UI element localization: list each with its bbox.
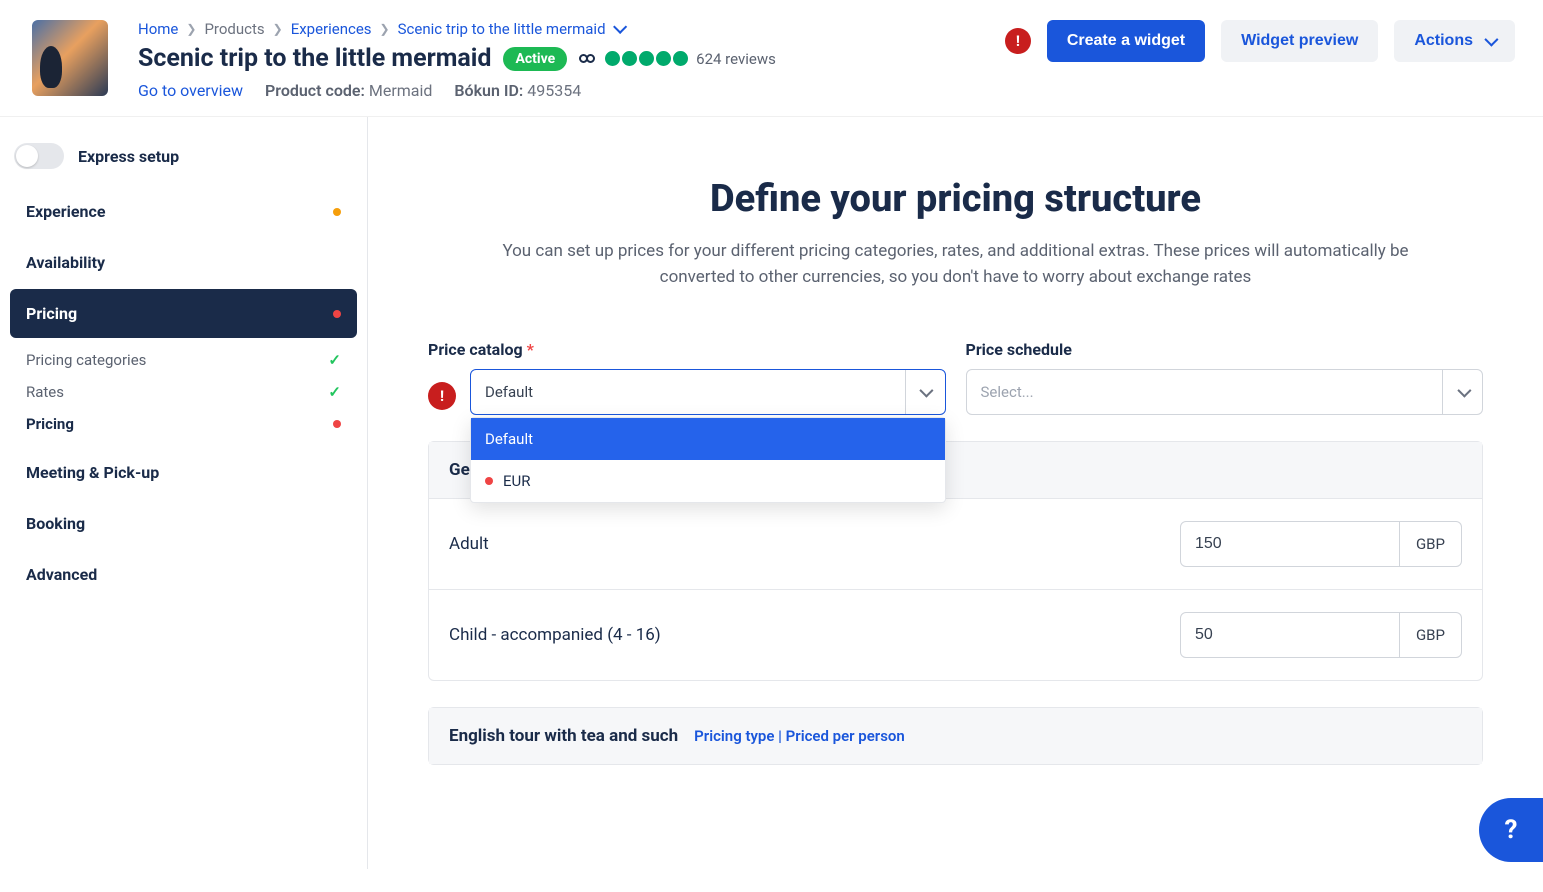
- chevron-down-icon: [613, 20, 627, 34]
- sidebar-item-pricing[interactable]: Pricing: [10, 289, 357, 338]
- chevron-right-icon: ❯: [273, 22, 283, 36]
- status-dot-icon: [333, 208, 341, 216]
- express-setup-label: Express setup: [78, 147, 179, 166]
- select-arrow: [1442, 370, 1482, 414]
- page-header: Home ❯ Products ❯ Experiences ❯ Scenic t…: [0, 0, 1543, 117]
- pricing-subnav: Pricing categories ✓ Rates ✓ Pricing: [10, 340, 357, 448]
- price-schedule-label: Price schedule: [966, 340, 1484, 359]
- sidebar-item-booking[interactable]: Booking: [10, 499, 357, 548]
- breadcrumb-current[interactable]: Scenic trip to the little mermaid: [398, 20, 624, 38]
- chevron-right-icon: ❯: [380, 22, 390, 36]
- question-icon: ?: [1505, 815, 1518, 845]
- status-dot-icon: [485, 477, 493, 485]
- bokun-id-label: Bókun ID:: [454, 81, 523, 100]
- check-icon: ✓: [328, 351, 341, 369]
- price-row-label: Child - accompanied (4 - 16): [449, 625, 661, 645]
- create-widget-button[interactable]: Create a widget: [1047, 20, 1205, 62]
- go-to-overview-link[interactable]: Go to overview: [138, 81, 243, 100]
- price-row: Adult GBP: [429, 498, 1482, 589]
- price-catalog-label: Price catalog *: [428, 340, 946, 359]
- price-schedule-select[interactable]: Select...: [966, 369, 1484, 415]
- chevron-right-icon: ❯: [186, 22, 196, 36]
- header-actions: ! Create a widget Widget preview Actions: [1005, 20, 1515, 62]
- sidebar: Express setup Experience Availability Pr…: [0, 117, 368, 869]
- breadcrumb-home[interactable]: Home: [138, 20, 178, 38]
- pricing-type-link[interactable]: Pricing type | Priced per person: [694, 727, 905, 745]
- sidebar-item-availability[interactable]: Availability: [10, 238, 357, 287]
- sidebar-item-meeting-pickup[interactable]: Meeting & Pick-up: [10, 448, 357, 497]
- dropdown-option-eur[interactable]: EUR: [471, 460, 945, 502]
- main-title: Define your pricing structure: [428, 177, 1483, 221]
- price-input-child[interactable]: [1180, 612, 1400, 658]
- check-icon: ✓: [328, 383, 341, 401]
- subnav-rates[interactable]: Rates ✓: [10, 376, 357, 408]
- page-title: Scenic trip to the little mermaid: [138, 44, 491, 73]
- main-content: Define your pricing structure You can se…: [368, 117, 1543, 869]
- price-catalog-select[interactable]: Default: [470, 369, 946, 415]
- select-arrow: [905, 370, 945, 414]
- widget-preview-button[interactable]: Widget preview: [1221, 20, 1378, 62]
- breadcrumb-experiences[interactable]: Experiences: [291, 20, 372, 38]
- rate-section: English tour with tea and such Pricing t…: [428, 707, 1483, 765]
- subnav-pricing[interactable]: Pricing: [10, 408, 357, 440]
- alert-icon[interactable]: !: [1005, 28, 1031, 54]
- chevron-down-icon: [1484, 33, 1498, 47]
- express-setup-toggle[interactable]: [14, 143, 64, 169]
- price-row: Child - accompanied (4 - 16) GBP: [429, 589, 1482, 680]
- breadcrumb: Home ❯ Products ❯ Experiences ❯ Scenic t…: [138, 20, 1005, 38]
- status-dot-icon: [333, 420, 341, 428]
- currency-label: GBP: [1400, 521, 1462, 567]
- price-catalog-value: Default: [485, 383, 533, 401]
- price-catalog-dropdown: Default EUR: [470, 417, 946, 503]
- product-thumbnail: [32, 20, 108, 96]
- subnav-pricing-categories[interactable]: Pricing categories ✓: [10, 344, 357, 376]
- express-setup-row: Express setup: [10, 137, 357, 187]
- currency-label: GBP: [1400, 612, 1462, 658]
- price-schedule-placeholder: Select...: [981, 383, 1034, 401]
- actions-button[interactable]: Actions: [1394, 20, 1515, 62]
- help-fab[interactable]: ?: [1479, 798, 1543, 862]
- rating: 624 reviews: [579, 50, 776, 68]
- main-subtitle: You can set up prices for your different…: [466, 239, 1446, 290]
- product-code-label: Product code:: [265, 81, 365, 100]
- status-badge: Active: [503, 47, 567, 71]
- price-row-label: Adult: [449, 534, 489, 554]
- dropdown-option-default[interactable]: Default: [471, 418, 945, 460]
- rating-dots: [605, 51, 688, 66]
- sidebar-item-experience[interactable]: Experience: [10, 187, 357, 236]
- rate-section-header: English tour with tea and such Pricing t…: [429, 708, 1482, 764]
- header-main: Home ❯ Products ❯ Experiences ❯ Scenic t…: [138, 20, 1005, 100]
- price-input-adult[interactable]: [1180, 521, 1400, 567]
- product-code-value: Mermaid: [369, 81, 433, 100]
- tripadvisor-icon: [579, 54, 593, 63]
- alert-icon: !: [428, 382, 456, 410]
- bokun-id-value: 495354: [527, 81, 581, 100]
- sidebar-item-advanced[interactable]: Advanced: [10, 550, 357, 599]
- status-dot-icon: [333, 310, 341, 318]
- reviews-count: 624 reviews: [696, 50, 776, 68]
- breadcrumb-products: Products: [204, 20, 264, 38]
